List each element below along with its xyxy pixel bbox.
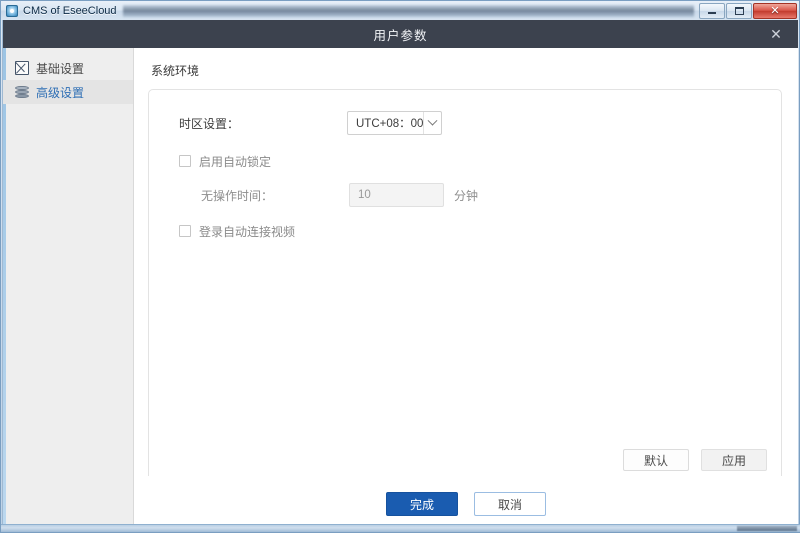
idle-time-label: 无操作时间： bbox=[201, 188, 274, 203]
window-title: CMS of EseeCloud bbox=[23, 4, 117, 17]
default-button[interactable]: 默认 bbox=[623, 449, 689, 471]
sidebar-item-label: 基础设置 bbox=[36, 61, 85, 76]
auto-lock-row[interactable]: 启用自动锁定 bbox=[167, 150, 763, 172]
dialog-header: 用户参数 ✕ bbox=[3, 20, 798, 48]
finish-button[interactable]: 完成 bbox=[386, 492, 458, 516]
idle-time-input[interactable]: 10 bbox=[349, 183, 444, 207]
apply-button[interactable]: 应用 bbox=[701, 449, 767, 471]
idle-time-row: 无操作时间： 10 分钟 bbox=[167, 182, 763, 208]
window-controls: ✕ bbox=[698, 1, 797, 20]
maximize-button[interactable] bbox=[726, 2, 752, 19]
app-globe-icon bbox=[6, 4, 18, 17]
idle-time-unit: 分钟 bbox=[454, 188, 479, 203]
dialog-title: 用户参数 bbox=[373, 28, 428, 43]
maximize-icon bbox=[734, 6, 744, 15]
window-bottom-chrome bbox=[1, 524, 800, 532]
sidebar: 基础设置 高级设置 bbox=[3, 48, 134, 532]
panel-buttons: 默认 应用 bbox=[623, 449, 767, 471]
application-window: CMS of EseeCloud ✕ 用户参数 ✕ 基础设置 高级设置 系统环境… bbox=[0, 0, 800, 533]
window-close-button[interactable]: ✕ bbox=[753, 2, 797, 19]
cancel-button[interactable]: 取消 bbox=[474, 492, 546, 516]
chevron-down-icon bbox=[423, 112, 441, 134]
timezone-row: 时区设置： UTC+08：00 bbox=[167, 110, 763, 136]
minimize-button[interactable] bbox=[699, 2, 725, 19]
dialog-close-icon[interactable]: ✕ bbox=[764, 20, 788, 48]
main-content: 系统环境 时区设置： UTC+08：00 启用自动锁定 无操作时间： 10 分钟… bbox=[134, 48, 798, 532]
auto-lock-label: 启用自动锁定 bbox=[199, 154, 272, 169]
section-title: 系统环境 bbox=[151, 64, 200, 78]
titlebar-decoration bbox=[122, 4, 694, 17]
sidebar-accent-edge bbox=[3, 48, 6, 532]
resize-grip[interactable] bbox=[737, 526, 797, 531]
dialog-body: 基础设置 高级设置 系统环境 时区设置： UTC+08：00 启用自动锁定 无操… bbox=[3, 48, 798, 532]
timezone-select[interactable]: UTC+08：00 bbox=[347, 111, 442, 135]
minimize-icon bbox=[708, 12, 716, 14]
layers-icon bbox=[15, 85, 29, 99]
user-parameters-dialog: 用户参数 ✕ 基础设置 高级设置 系统环境 时区设置： UTC+08：00 启用… bbox=[2, 20, 798, 532]
timezone-value: UTC+08：00 bbox=[356, 118, 424, 130]
auto-connect-video-label: 登录自动连接视频 bbox=[199, 224, 296, 239]
auto-connect-video-row[interactable]: 登录自动连接视频 bbox=[167, 220, 763, 242]
settings-panel: 时区设置： UTC+08：00 启用自动锁定 无操作时间： 10 分钟 登录自动… bbox=[148, 89, 782, 484]
sidebar-item-basic-settings[interactable]: 基础设置 bbox=[3, 56, 133, 80]
window-titlebar: CMS of EseeCloud ✕ bbox=[1, 1, 799, 20]
timezone-label: 时区设置： bbox=[179, 116, 240, 131]
sidebar-item-advanced-settings[interactable]: 高级设置 bbox=[3, 80, 133, 104]
auto-connect-video-checkbox[interactable] bbox=[179, 225, 191, 237]
auto-lock-checkbox[interactable] bbox=[179, 155, 191, 167]
monitor-icon bbox=[15, 61, 29, 75]
sidebar-item-label: 高级设置 bbox=[36, 85, 85, 100]
